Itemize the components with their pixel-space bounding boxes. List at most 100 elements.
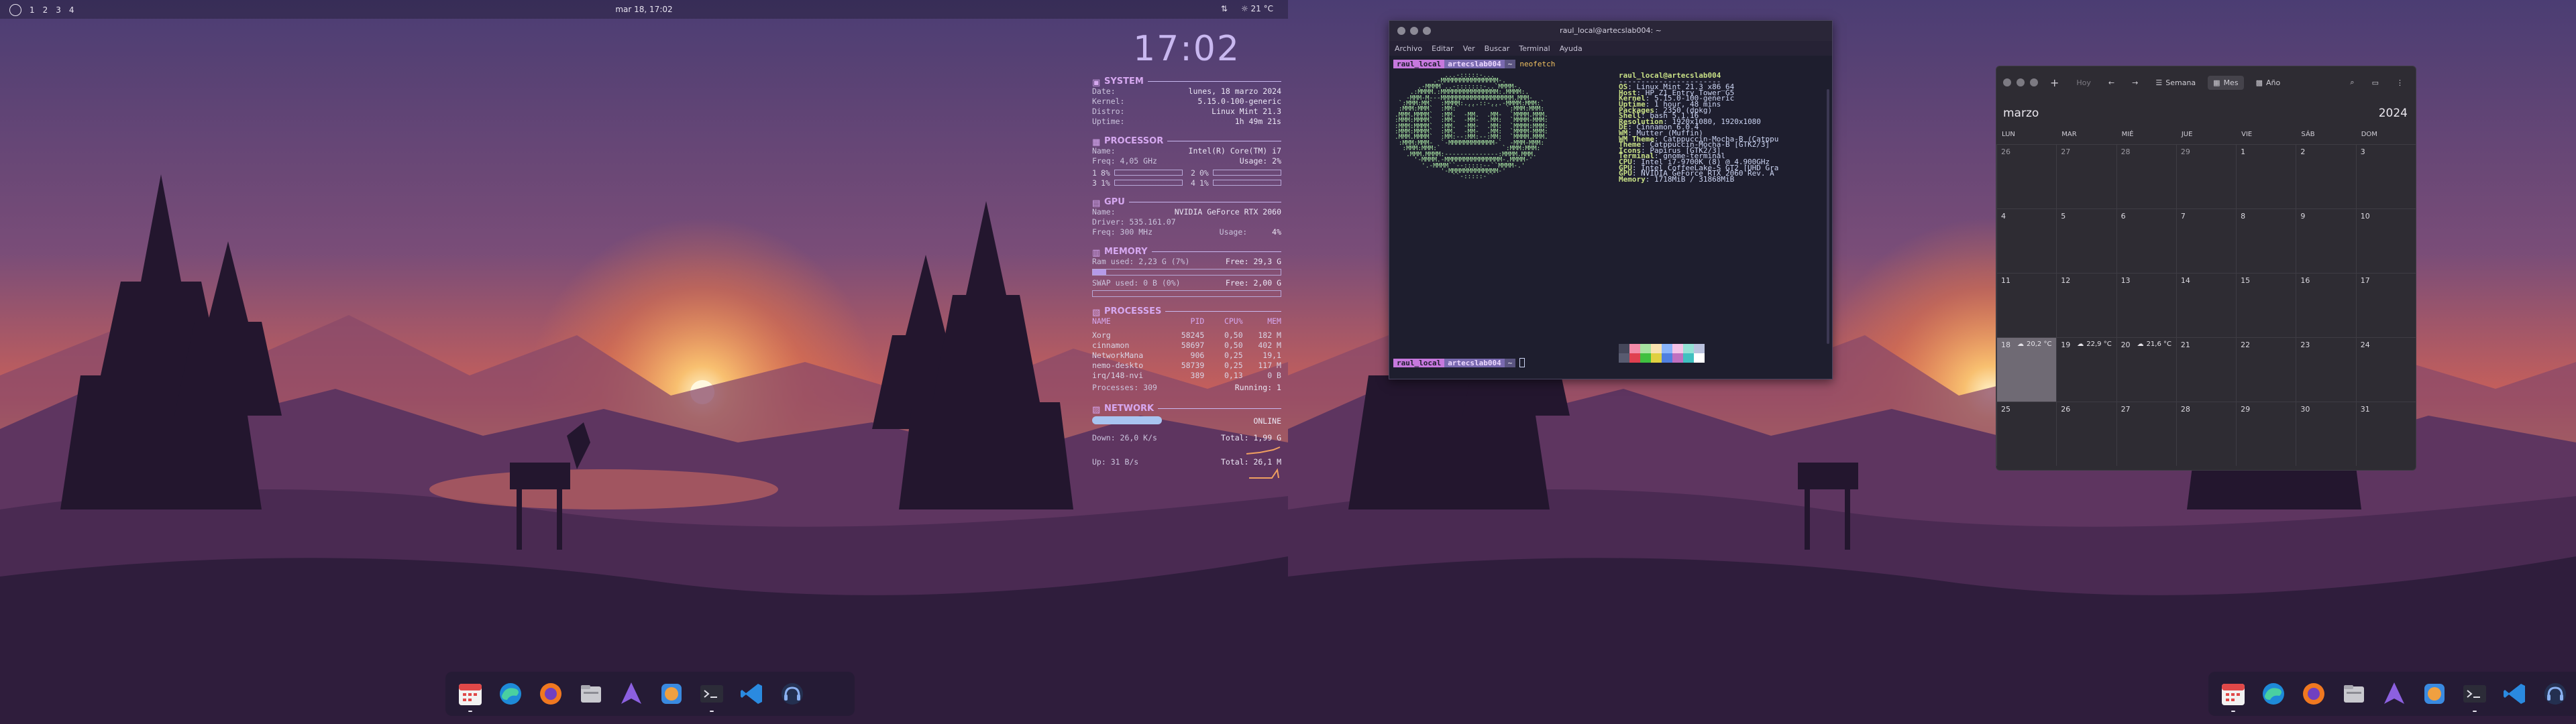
menu-ver[interactable]: Ver: [1463, 44, 1475, 53]
proton-vpn-icon[interactable]: [2376, 676, 2412, 712]
day-number: 14: [2180, 276, 2190, 285]
day-cell[interactable]: 13: [2116, 273, 2176, 337]
day-weather: ☁ 22,9 °C: [2077, 341, 2111, 348]
terminal-window[interactable]: raul_local@artecslab004: ~ Archivo Edita…: [1389, 20, 1833, 379]
menu-archivo[interactable]: Archivo: [1395, 44, 1422, 53]
panel-clock[interactable]: mar 18, 17:02: [0, 5, 1288, 14]
day-cell[interactable]: 31: [2355, 402, 2416, 466]
day-cell[interactable]: 12: [2056, 273, 2116, 337]
edge-browser-icon[interactable]: [492, 676, 529, 712]
day-cell[interactable]: 1: [2236, 144, 2296, 208]
day-cell[interactable]: 2: [2296, 144, 2356, 208]
minimize-button[interactable]: [1410, 27, 1418, 35]
prompt-user: raul_local: [1393, 358, 1445, 367]
year-view-button[interactable]: ▩ Año: [2251, 76, 2286, 90]
weekday-label: SÁB: [2301, 131, 2315, 138]
day-cell[interactable]: 29: [2236, 402, 2296, 466]
day-cell[interactable]: 3: [2355, 144, 2416, 208]
day-cell[interactable]: 15: [2236, 273, 2296, 337]
calendar-window[interactable]: + Hoy ← → ☰ Semana ▦ Mes ▩ Año ⌕ ▭ ⋮ marzo …: [1996, 66, 2416, 471]
day-cell[interactable]: 11: [1996, 273, 2057, 337]
day-cell[interactable]: 29: [2176, 144, 2237, 208]
files-app-icon[interactable]: [2336, 676, 2372, 712]
day-cell[interactable]: 7: [2176, 208, 2237, 273]
week-view-button[interactable]: ☰ Semana: [2150, 76, 2201, 90]
prompt-host: artecslab004: [1444, 358, 1505, 367]
headphones-app-icon[interactable]: [2537, 676, 2573, 712]
proton-vpn-icon[interactable]: [613, 676, 649, 712]
terminal-content[interactable]: raul_local artecslab004 ~ neofetch ...-:…: [1389, 56, 1832, 371]
day-cell[interactable]: 14: [2176, 273, 2237, 337]
day-cell[interactable]: 27: [2116, 402, 2176, 466]
col-name: NAME: [1092, 316, 1111, 326]
day-cell[interactable]: 16: [2296, 273, 2356, 337]
close-button[interactable]: [1397, 27, 1405, 35]
cpu-core-2: 2 0%: [1191, 168, 1281, 178]
terminal-scrollbar[interactable]: [1827, 89, 1829, 344]
day-cell[interactable]: 25: [1996, 402, 2057, 466]
day-cell[interactable]: 20 ☁ 21,6 °C: [2116, 337, 2176, 402]
calendars-icon[interactable]: ▭: [2367, 76, 2384, 90]
palette-swatch: [1629, 353, 1640, 363]
day-cell[interactable]: 6: [2116, 208, 2176, 273]
files-app-icon[interactable]: [573, 676, 609, 712]
terminal-icon[interactable]: [694, 676, 730, 712]
day-cell[interactable]: 22: [2236, 337, 2296, 402]
week-label: Semana: [2165, 78, 2196, 87]
day-cell-today[interactable]: 18 ☁ 20,2 °C: [1996, 337, 2057, 402]
day-cell[interactable]: 4: [1996, 208, 2057, 273]
mint-ascii-logo: ...-:::::-... .-MMMMMMMMMMMMMMM-. .-MMMM…: [1395, 72, 1548, 181]
firefox-icon[interactable]: [533, 676, 569, 712]
menu-editar[interactable]: Editar: [1432, 44, 1454, 53]
terminal-icon[interactable]: [2457, 676, 2493, 712]
today-button[interactable]: Hoy: [2071, 76, 2096, 90]
day-cell[interactable]: 26: [2056, 402, 2116, 466]
next-button[interactable]: →: [2127, 76, 2143, 90]
day-cell[interactable]: 28: [2176, 402, 2237, 466]
blender-like-app-icon[interactable]: [2416, 676, 2453, 712]
month-view-button[interactable]: ▦ Mes: [2208, 75, 2244, 90]
network-icon[interactable]: ⇅: [1221, 4, 1228, 13]
day-cell[interactable]: 10: [2355, 208, 2416, 273]
headphones-app-icon[interactable]: [774, 676, 810, 712]
minimize-button[interactable]: [2017, 78, 2025, 86]
proc-name: NetworkMana: [1092, 351, 1144, 360]
menu-ayuda[interactable]: Ayuda: [1560, 44, 1582, 53]
maximize-button[interactable]: [1423, 27, 1431, 35]
vscode-icon[interactable]: [2497, 676, 2533, 712]
menu-buscar[interactable]: Buscar: [1485, 44, 1510, 53]
day-number: 5: [2061, 212, 2066, 221]
day-cell[interactable]: 28: [2116, 144, 2176, 208]
calendar-app-icon[interactable]: [2215, 676, 2251, 712]
day-cell[interactable]: 8: [2236, 208, 2296, 273]
day-cell[interactable]: 21: [2176, 337, 2237, 402]
previous-button[interactable]: ←: [2103, 76, 2120, 90]
search-icon[interactable]: ⌕: [2345, 75, 2359, 90]
day-cell[interactable]: 19 ☁ 22,9 °C: [2056, 337, 2116, 402]
day-cell[interactable]: 30: [2296, 402, 2356, 466]
menu-icon[interactable]: ⋮: [2391, 76, 2409, 90]
menu-terminal[interactable]: Terminal: [1519, 44, 1550, 53]
gpu-usage-value: 4%: [1272, 227, 1281, 237]
calendar-app-icon[interactable]: [452, 676, 488, 712]
blender-like-app-icon[interactable]: [653, 676, 690, 712]
firefox-icon[interactable]: [2296, 676, 2332, 712]
day-cell[interactable]: 26: [1996, 144, 2057, 208]
day-cell[interactable]: 24: [2355, 337, 2416, 402]
proc-cpu: 0,25: [1224, 351, 1243, 360]
maximize-button[interactable]: [2030, 78, 2038, 86]
day-cell[interactable]: 27: [2056, 144, 2116, 208]
new-event-button[interactable]: +: [2045, 74, 2064, 92]
day-number: 30: [2300, 405, 2310, 414]
cpu-icon: ▦: [1092, 137, 1101, 147]
weather-applet[interactable]: ☼ 21 °C: [1241, 4, 1273, 13]
vscode-icon[interactable]: [734, 676, 770, 712]
edge-browser-icon[interactable]: [2255, 676, 2292, 712]
close-button[interactable]: [2003, 78, 2011, 86]
terminal-titlebar[interactable]: raul_local@artecslab004: ~: [1389, 21, 1832, 41]
left-monitor: 1 2 3 4 mar 18, 17:02 ⇅ ☼ 21 °C 17:02 ▣ …: [0, 0, 1288, 724]
day-cell[interactable]: 9: [2296, 208, 2356, 273]
day-cell[interactable]: 23: [2296, 337, 2356, 402]
day-cell[interactable]: 5: [2056, 208, 2116, 273]
day-cell[interactable]: 17: [2355, 273, 2416, 337]
